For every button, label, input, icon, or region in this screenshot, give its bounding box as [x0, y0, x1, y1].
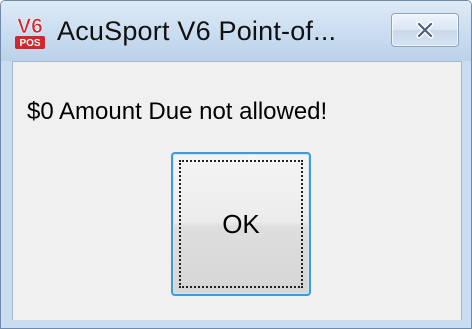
- close-button[interactable]: [391, 13, 459, 47]
- title-bar[interactable]: V6 POS AcuSport V6 Point-of...: [1, 1, 471, 61]
- close-icon: [414, 21, 436, 39]
- ok-button[interactable]: OK: [171, 152, 311, 296]
- v6-pos-logo-icon: V6 POS: [13, 13, 47, 51]
- dialog-window: V6 POS AcuSport V6 Point-of... $0 Amount…: [0, 0, 472, 329]
- logo-text-bottom: POS: [19, 38, 40, 49]
- window-title: AcuSport V6 Point-of...: [57, 16, 337, 46]
- ok-button-label: OK: [222, 208, 260, 239]
- error-message: $0 Amount Due not allowed!: [27, 98, 328, 125]
- logo-text-top: V6: [17, 15, 43, 38]
- dialog-body: $0 Amount Due not allowed! OK: [12, 61, 462, 320]
